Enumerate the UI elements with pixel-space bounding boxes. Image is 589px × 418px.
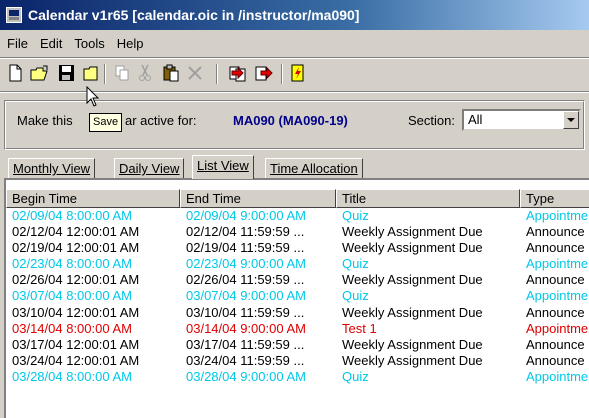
title-cell: Weekly Assignment Due bbox=[342, 272, 483, 288]
begin-time-cell: 03/07/04 8:00:00 AM bbox=[12, 288, 132, 304]
begin-time-cell: 02/19/04 12:00:01 AM bbox=[12, 240, 140, 256]
table-row[interactable]: 03/14/04 8:00:00 AM 03/14/04 9:00:00 AM Te… bbox=[6, 321, 589, 337]
begin-time-cell: 02/12/04 12:00:01 AM bbox=[12, 224, 140, 240]
run-lightning-icon[interactable] bbox=[287, 62, 309, 84]
begin-time-cell: 02/26/04 12:00:01 AM bbox=[12, 272, 140, 288]
event-list[interactable]: Begin Time End Time Title Type 02/09/04 … bbox=[4, 178, 589, 418]
window-title: Calendar v1r65 [calendar.oic in /instruc… bbox=[28, 7, 360, 23]
type-cell: Announce bbox=[526, 224, 585, 240]
end-time-cell: 02/09/04 9:00:00 AM bbox=[186, 208, 306, 223]
column-header-type[interactable]: Type bbox=[520, 189, 589, 208]
save-tooltip: Save bbox=[89, 113, 123, 132]
end-time-cell: 03/07/04 9:00:00 AM bbox=[186, 288, 306, 304]
type-cell: Appointme bbox=[526, 256, 589, 272]
end-time-cell: 03/28/04 9:00:00 AM bbox=[186, 368, 306, 384]
table-row[interactable]: 02/26/04 12:00:01 AM 02/26/04 11:59:59 ..… bbox=[6, 272, 589, 288]
table-row[interactable]: 03/24/04 12:00:01 AM 03/24/04 11:59:59 ..… bbox=[6, 353, 589, 369]
table-row[interactable]: 03/17/04 12:00:01 AM 03/17/04 11:59:59 ..… bbox=[6, 337, 589, 353]
end-time-cell: 03/17/04 11:59:59 ... bbox=[186, 336, 305, 352]
column-header-title[interactable]: Title bbox=[336, 189, 520, 208]
title-cell: Weekly Assignment Due bbox=[342, 336, 483, 352]
save-icon[interactable] bbox=[55, 62, 77, 84]
table-row[interactable]: 03/07/04 8:00:00 AM 03/07/04 9:00:00 AM Qu… bbox=[6, 288, 589, 304]
title-cell: Quiz bbox=[342, 208, 369, 223]
table-row[interactable]: 02/23/04 8:00:00 AM 02/23/04 9:00:00 AM Qu… bbox=[6, 256, 589, 272]
tab-daily-view[interactable]: Daily View bbox=[114, 158, 185, 178]
column-header-begin-time[interactable]: Begin Time bbox=[6, 189, 180, 208]
end-time-cell: 02/26/04 11:59:59 ... bbox=[186, 272, 305, 288]
type-cell: Announce bbox=[526, 304, 585, 320]
title-cell: Weekly Assignment Due bbox=[342, 352, 483, 368]
column-header-end-time[interactable]: End Time bbox=[180, 189, 336, 208]
begin-time-cell: 03/17/04 12:00:01 AM bbox=[12, 336, 140, 352]
begin-time-cell: 02/09/04 8:00:00 AM bbox=[12, 208, 132, 223]
table-row[interactable]: 02/09/04 8:00:00 AM 02/09/04 9:00:00 AM Qu… bbox=[6, 208, 589, 224]
section-value: All bbox=[468, 112, 483, 127]
folder-icon[interactable] bbox=[80, 62, 102, 84]
toolbar bbox=[0, 60, 589, 88]
begin-time-cell: 03/10/04 12:00:01 AM bbox=[12, 304, 140, 320]
type-cell: Announce bbox=[526, 336, 585, 352]
mouse-pointer-icon bbox=[86, 85, 100, 111]
tab-monthly-view[interactable]: Monthly View bbox=[8, 158, 96, 178]
course-name: MA090 (MA090-19) bbox=[233, 113, 348, 128]
title-cell: Quiz bbox=[342, 368, 369, 384]
title-cell: Quiz bbox=[342, 256, 369, 272]
tab-time-allocation[interactable]: Time Allocation bbox=[265, 158, 363, 178]
cut-icon[interactable] bbox=[134, 62, 156, 84]
make-active-label-end: ar active for: bbox=[125, 113, 197, 128]
table-row[interactable]: 03/10/04 12:00:01 AM 03/10/04 11:59:59 ..… bbox=[6, 305, 589, 321]
toolbar-divider bbox=[216, 64, 218, 84]
begin-time-cell: 02/23/04 8:00:00 AM bbox=[12, 256, 132, 272]
section-dropdown[interactable]: All bbox=[462, 109, 581, 131]
menu-file[interactable]: File bbox=[0, 33, 34, 54]
paste-icon[interactable] bbox=[160, 62, 182, 84]
type-cell: Appointme bbox=[526, 368, 589, 384]
end-time-cell: 03/24/04 11:59:59 ... bbox=[186, 352, 305, 368]
table-row[interactable]: 02/19/04 12:00:01 AM 02/19/04 11:59:59 ..… bbox=[6, 240, 589, 256]
end-time-cell: 02/19/04 11:59:59 ... bbox=[186, 240, 305, 256]
import-icon[interactable] bbox=[227, 62, 249, 84]
type-cell: Announce bbox=[526, 352, 585, 368]
end-time-cell: 03/10/04 11:59:59 ... bbox=[186, 304, 305, 320]
begin-time-cell: 03/14/04 8:00:00 AM bbox=[12, 320, 132, 336]
table-row[interactable]: 03/28/04 8:00:00 AM 03/28/04 9:00:00 AM Qu… bbox=[6, 369, 589, 385]
list-rows: 02/09/04 8:00:00 AM 02/09/04 9:00:00 AM Qu… bbox=[6, 208, 589, 385]
menu-tools[interactable]: Tools bbox=[68, 33, 110, 54]
list-header: Begin Time End Time Title Type bbox=[6, 189, 589, 208]
menu-bar: File Edit Tools Help bbox=[0, 33, 589, 55]
title-cell: Weekly Assignment Due bbox=[342, 240, 483, 256]
title-cell: Quiz bbox=[342, 288, 369, 304]
end-time-cell: 02/12/04 11:59:59 ... bbox=[186, 224, 305, 240]
menu-divider bbox=[0, 57, 589, 59]
new-file-icon[interactable] bbox=[4, 62, 26, 84]
title-cell: Weekly Assignment Due bbox=[342, 224, 483, 240]
type-cell: Announce bbox=[526, 240, 585, 256]
type-cell: Announce bbox=[526, 272, 585, 288]
type-cell: Appointme bbox=[526, 320, 589, 336]
menu-help[interactable]: Help bbox=[111, 33, 150, 54]
copy-icon[interactable] bbox=[111, 62, 133, 84]
end-time-cell: 03/14/04 9:00:00 AM bbox=[186, 320, 306, 336]
open-folder-icon[interactable] bbox=[28, 62, 50, 84]
export-icon[interactable] bbox=[253, 62, 275, 84]
title-cell: Weekly Assignment Due bbox=[342, 304, 483, 320]
end-time-cell: 02/23/04 9:00:00 AM bbox=[186, 256, 306, 272]
title-cell: Test 1 bbox=[342, 320, 377, 336]
section-label: Section: bbox=[408, 113, 455, 128]
begin-time-cell: 03/24/04 12:00:01 AM bbox=[12, 352, 140, 368]
tab-list-view[interactable]: List View bbox=[192, 155, 254, 179]
calendar-app-icon[interactable] bbox=[6, 7, 22, 23]
type-cell: Appointme bbox=[526, 208, 589, 223]
begin-time-cell: 03/28/04 8:00:00 AM bbox=[12, 368, 132, 384]
delete-icon[interactable] bbox=[184, 62, 206, 84]
chevron-down-icon[interactable] bbox=[563, 111, 579, 129]
toolbar-divider bbox=[104, 64, 106, 84]
make-active-label: Make this bbox=[17, 113, 73, 128]
toolbar-divider bbox=[281, 64, 283, 84]
type-cell: Appointme bbox=[526, 288, 589, 304]
menu-edit[interactable]: Edit bbox=[34, 33, 68, 54]
title-bar: Calendar v1r65 [calendar.oic in /instruc… bbox=[0, 0, 589, 30]
table-row[interactable]: 02/12/04 12:00:01 AM 02/12/04 11:59:59 ..… bbox=[6, 224, 589, 240]
